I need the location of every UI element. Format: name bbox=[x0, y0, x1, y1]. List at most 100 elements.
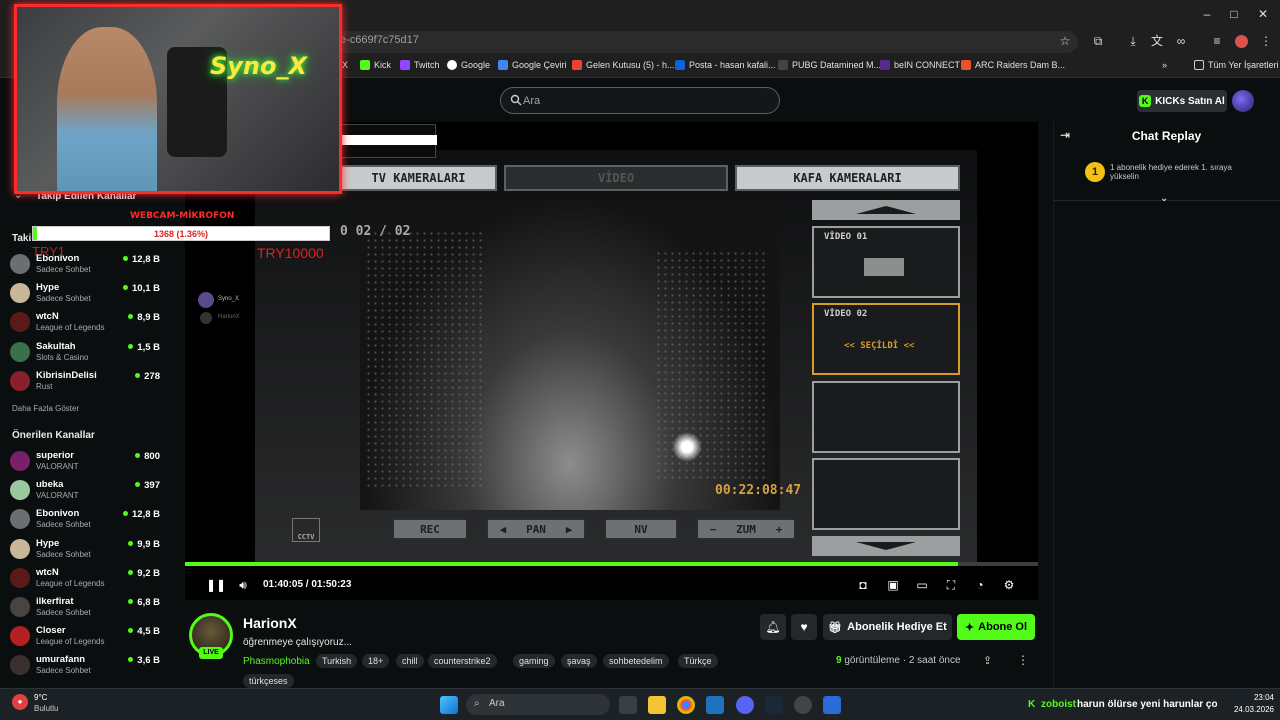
pause-icon[interactable]: ❚❚ bbox=[206, 578, 226, 592]
recommended-channel-item[interactable]: ubeka VALORANT 397 bbox=[10, 477, 160, 503]
file-explorer-icon[interactable] bbox=[648, 696, 666, 714]
bookmark-bein[interactable]: beIN CONNECT bbox=[880, 60, 960, 70]
clock-date: 24.03.2026 bbox=[1233, 705, 1274, 714]
avatar bbox=[10, 451, 30, 471]
folder-icon bbox=[1194, 60, 1204, 70]
app-icon[interactable] bbox=[706, 696, 724, 714]
tag-chip[interactable]: sohbetedelim bbox=[603, 654, 669, 668]
overlay-chat-user: Syno_X bbox=[218, 296, 240, 302]
show-more-link[interactable]: Daha Fazla Göster bbox=[12, 404, 79, 413]
steam-icon[interactable] bbox=[765, 696, 783, 714]
tag-chip[interactable]: Turkish bbox=[316, 654, 358, 668]
chat-panel bbox=[1053, 122, 1280, 688]
channel-category: Sadece Sohbet bbox=[36, 294, 91, 304]
bookmark-arc[interactable]: ARC Raiders Dam B... bbox=[961, 60, 1065, 70]
taskbar-search[interactable] bbox=[466, 694, 610, 715]
minimize-icon[interactable]: – bbox=[1199, 6, 1215, 22]
followed-channel-item[interactable]: KibrisinDelisi Rust 278 bbox=[10, 368, 160, 394]
avatar bbox=[10, 341, 30, 362]
recommended-channel-item[interactable]: wtcN League of Legends 9,2 B bbox=[10, 565, 160, 591]
star-icon[interactable]: ☆ bbox=[1058, 34, 1072, 48]
theater-icon[interactable]: ▭ bbox=[915, 578, 929, 592]
recommended-channel-item[interactable]: Closer League of Legends 4,5 B bbox=[10, 623, 160, 649]
streamer-name[interactable]: HarionX bbox=[243, 615, 297, 631]
task-view-icon[interactable] bbox=[619, 696, 637, 714]
subscribe-button[interactable]: ✦ Abone Ol bbox=[957, 614, 1035, 640]
tag-chip[interactable]: counterstrike2 bbox=[428, 654, 497, 668]
translate-icon[interactable]: 文 bbox=[1150, 34, 1164, 48]
overlay-chat-user-2: HarionX bbox=[218, 314, 240, 320]
bookmark-outlook[interactable]: Posta - hasan kafali... bbox=[675, 60, 776, 70]
tag-chip[interactable]: türkçeses bbox=[243, 674, 294, 688]
profile-icon[interactable] bbox=[1235, 35, 1248, 48]
google-translate-icon bbox=[498, 60, 508, 70]
gift-subscription-button[interactable]: 🎁︎ Abonelik Hediye Et bbox=[823, 614, 952, 640]
bookmarks-more[interactable]: » bbox=[1162, 60, 1167, 70]
expand-chevron-icon[interactable]: ⌄ bbox=[1160, 193, 1168, 204]
followed-channel-item[interactable]: Sakultah Slots & Casino 1,5 B bbox=[10, 339, 160, 365]
obs-icon[interactable] bbox=[794, 696, 812, 714]
recommended-channel-item[interactable]: Ebonivon Sadece Sohbet 12,8 B bbox=[10, 506, 160, 532]
close-icon[interactable]: ✕ bbox=[1255, 6, 1271, 22]
clip-icon[interactable]: ▣ bbox=[886, 578, 900, 592]
extensions-icon[interactable]: ⧉ bbox=[1091, 34, 1105, 48]
bookmark-google[interactable]: Google bbox=[447, 60, 490, 70]
fullscreen-icon[interactable]: ⛶ bbox=[944, 578, 958, 592]
recommended-channel-item[interactable]: Hype Sadece Sohbet 9,9 B bbox=[10, 536, 160, 562]
tag-chip[interactable]: şavaş bbox=[561, 654, 597, 668]
download-icon[interactable]: ⤓ bbox=[1126, 34, 1140, 48]
heart-icon[interactable]: ♥ bbox=[791, 614, 817, 640]
url-text[interactable]: e-c669f7c75d17 bbox=[340, 34, 419, 46]
all-bookmarks[interactable]: Tüm Yer İşaretleri bbox=[1194, 60, 1279, 70]
search-placeholder[interactable]: Ara bbox=[523, 95, 540, 107]
recommended-channel-item[interactable]: umurafann Sadece Sohbet 3,6 B bbox=[10, 652, 160, 678]
tag-chip[interactable]: chill bbox=[396, 654, 424, 668]
channel-category: League of Legends bbox=[36, 637, 105, 647]
bookmark-twitch[interactable]: Twitch bbox=[400, 60, 440, 70]
bell-icon[interactable]: 🔔︎ bbox=[760, 614, 786, 640]
weather-icon[interactable]: ● bbox=[12, 694, 28, 710]
chat-avatar bbox=[198, 292, 214, 308]
speed-icon[interactable]: ◔ bbox=[973, 578, 987, 592]
search-input[interactable] bbox=[500, 87, 780, 114]
pubg-icon bbox=[778, 60, 788, 70]
tag-chip[interactable]: 18+ bbox=[362, 654, 390, 668]
share-icon[interactable]: ⇪ bbox=[983, 654, 992, 667]
bookmark-translate[interactable]: Google Çeviri bbox=[498, 60, 567, 70]
settings-icon[interactable]: ⚙ bbox=[1002, 578, 1016, 592]
video-slot-4 bbox=[812, 458, 960, 530]
taskbar-search-text[interactable]: Ara bbox=[489, 698, 505, 709]
tag-chip[interactable]: gaming bbox=[513, 654, 555, 668]
recommended-channel-item[interactable]: ilkerfirat Sadece Sohbet 6,8 B bbox=[10, 594, 160, 620]
rank-badge: 1 bbox=[1085, 162, 1105, 182]
bookmark-kick[interactable]: Kick bbox=[360, 60, 391, 70]
pip-icon[interactable]: ◘ bbox=[856, 578, 870, 592]
game-timestamp: 00:22:08:47 bbox=[715, 483, 802, 498]
bookmark-gmail[interactable]: Gelen Kutusu (5) - h... bbox=[572, 60, 675, 70]
omnibox[interactable] bbox=[330, 31, 1078, 53]
viewer-count: 12,8 B bbox=[123, 254, 160, 265]
more-icon[interactable]: ⋮ bbox=[1259, 34, 1273, 48]
followed-channels-title-short: Taki bbox=[12, 233, 32, 244]
maximize-icon[interactable]: □ bbox=[1226, 6, 1242, 22]
buy-kicks-button[interactable]: K KICKs Satın Al bbox=[1137, 90, 1227, 112]
windows-start-icon[interactable] bbox=[440, 696, 458, 714]
link-icon[interactable]: ∞ bbox=[1174, 34, 1188, 48]
chrome-icon[interactable] bbox=[677, 696, 695, 714]
category-link[interactable]: Phasmophobia bbox=[243, 656, 310, 667]
media-icon[interactable]: ≡ bbox=[1210, 34, 1224, 48]
app-icon-2[interactable] bbox=[823, 696, 841, 714]
recommended-channel-item[interactable]: superior VALORANT 800 bbox=[10, 448, 160, 474]
streamer-figure bbox=[57, 27, 157, 191]
bookmark-x[interactable]: X bbox=[342, 60, 348, 70]
avatar[interactable] bbox=[1232, 90, 1254, 112]
followed-channel-item[interactable]: Hype Sadece Sohbet 10,1 B bbox=[10, 280, 160, 306]
taskbar-search-icon: ⌕ bbox=[474, 698, 480, 709]
tag-chip[interactable]: Türkçe bbox=[678, 654, 718, 668]
bookmark-pubg[interactable]: PUBG Datamined M... bbox=[778, 60, 881, 70]
progress-fill[interactable] bbox=[185, 562, 958, 566]
volume-icon[interactable]: 🔊︎ bbox=[236, 578, 250, 592]
more-options-icon[interactable]: ⋮ bbox=[1017, 653, 1029, 667]
followed-channel-item[interactable]: wtcN League of Legends 8,9 B bbox=[10, 309, 160, 335]
discord-icon[interactable] bbox=[736, 696, 754, 714]
